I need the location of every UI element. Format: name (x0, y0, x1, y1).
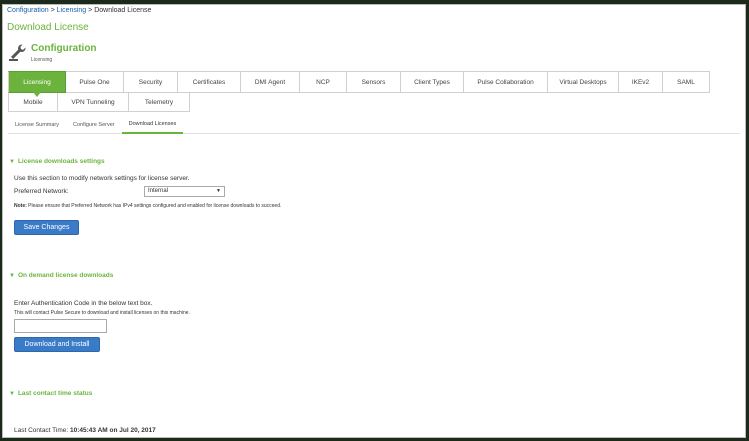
preferred-network-select[interactable]: Internal ▼ (144, 186, 225, 197)
last-contact-row: Last Contact Time: 10:45:43 AM on Jul 20… (14, 427, 156, 434)
breadcrumb-licensing[interactable]: Licensing (57, 7, 87, 14)
main-frame: Configuration > Licensing > Download Lic… (2, 4, 746, 438)
chevron-down-icon: ▼ (9, 273, 15, 279)
section-header-license-downloads[interactable]: ▼ License downloads settings (9, 158, 105, 165)
save-changes-button[interactable]: Save Changes (14, 220, 79, 235)
tab-telemetry[interactable]: Telemetry (129, 92, 190, 112)
tab-vpn-tunneling[interactable]: VPN Tunneling (58, 92, 129, 112)
page-title: Download License (7, 22, 89, 33)
breadcrumb-separator: > (86, 7, 95, 14)
sub-tabs: License Summary Configure Server Downloa… (8, 116, 740, 134)
tab-ikev2[interactable]: IKEv2 (619, 71, 663, 93)
chevron-down-icon: ▼ (216, 188, 221, 194)
subtab-download-licenses[interactable]: Download Licenses (121, 116, 184, 134)
breadcrumb-configuration[interactable]: Configuration (7, 7, 49, 14)
chevron-down-icon: ▼ (9, 391, 15, 397)
download-and-install-button[interactable]: Download and Install (14, 337, 100, 352)
last-contact-value: 10:45:43 AM on Jul 20, 2017 (70, 427, 156, 434)
main-tabs: Licensing Pulse One Security Certificate… (8, 71, 740, 112)
section-header-on-demand[interactable]: ▼ On demand license downloads (9, 272, 113, 279)
auth-code-subinstruction: This will contact Pulse Secure to downlo… (14, 310, 190, 316)
tab-client-types[interactable]: Client Types (401, 71, 464, 93)
note-text: Please ensure that Preferred Network has… (26, 203, 282, 209)
tab-virtual-desktops[interactable]: Virtual Desktops (548, 71, 619, 93)
tab-security[interactable]: Security (124, 71, 178, 93)
section-header-last-contact[interactable]: ▼ Last contact time status (9, 390, 92, 397)
chevron-down-icon: ▼ (9, 159, 15, 165)
tab-dmi-agent[interactable]: DMI Agent (241, 71, 300, 93)
tab-saml[interactable]: SAML (663, 71, 710, 93)
tab-licensing[interactable]: Licensing (8, 71, 66, 97)
subtab-license-summary[interactable]: License Summary (8, 116, 66, 134)
breadcrumb-current: Download License (94, 7, 152, 14)
tab-certificates[interactable]: Certificates (178, 71, 241, 93)
wrench-icon (9, 44, 26, 61)
subtab-configure-server[interactable]: Configure Server (66, 116, 122, 134)
tab-pulse-one[interactable]: Pulse One (66, 71, 124, 93)
section-header-label: Last contact time status (17, 390, 93, 397)
auth-code-input[interactable] (14, 319, 107, 333)
section-header-label: On demand license downloads (17, 272, 114, 279)
preferred-network-value: Internal (148, 188, 169, 194)
section-header-label: License downloads settings (17, 158, 105, 165)
tab-ncp[interactable]: NCP (300, 71, 347, 93)
breadcrumb-separator: > (48, 7, 57, 14)
auth-code-instruction: Enter Authentication Code in the below t… (14, 300, 153, 307)
section1-description: Use this section to modify network setti… (14, 175, 190, 182)
tab-pulse-collaboration[interactable]: Pulse Collaboration (464, 71, 548, 93)
tab-sensors[interactable]: Sensors (347, 71, 401, 93)
section1-note: Note: Please ensure that Preferred Netwo… (14, 203, 281, 209)
preferred-network-label: Preferred Network: (14, 188, 69, 195)
config-subtitle: Licensing (31, 57, 53, 63)
breadcrumb: Configuration > Licensing > Download Lic… (7, 7, 151, 14)
note-label: Note: (14, 203, 27, 209)
config-title: Configuration (31, 43, 97, 54)
last-contact-label: Last Contact Time: (14, 427, 69, 434)
